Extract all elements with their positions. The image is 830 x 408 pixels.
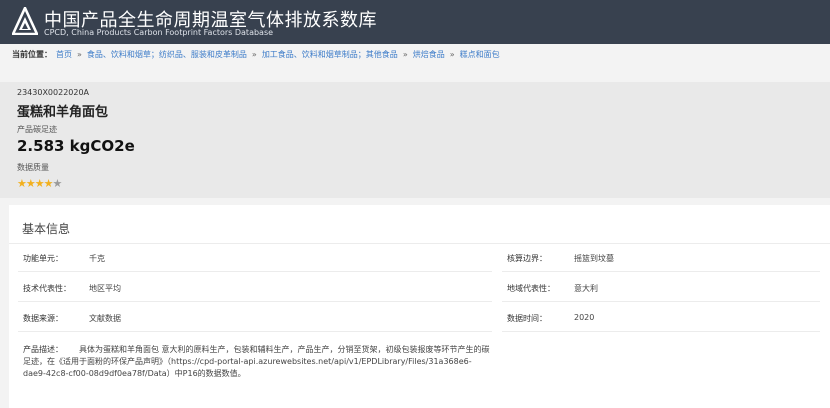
functional-unit-value: 千克 xyxy=(89,254,105,263)
data-quality-label: 数据质量 xyxy=(17,163,49,172)
product-description-text: 具体为蛋糕和羊角面包 意大利的原料生产，包装和辅料生产，产品生产，分销至货架，初… xyxy=(23,345,490,378)
breadcrumb-pastry-bread-link[interactable]: 糕点和面包 xyxy=(460,49,500,60)
breadcrumb-separator: » xyxy=(449,50,455,59)
star-icon: ★ xyxy=(17,177,27,190)
row-divider xyxy=(18,331,492,332)
row-divider xyxy=(502,331,820,332)
panel-divider xyxy=(9,243,830,244)
breadcrumb: 当前位置： 首页 » 食品、饮料和烟草；纺织品、服装和皮革制品 » 加工食品、饮… xyxy=(12,49,500,60)
product-description: 产品描述： 具体为蛋糕和羊角面包 意大利的原料生产，包装和辅料生产，产品生产，分… xyxy=(23,344,493,380)
star-icon: ★ xyxy=(25,177,36,190)
basic-info-panel: 基本信息 功能单元： 千克 核算边界： 摇篮到坟墓 技术代表性： 地区平均 地域… xyxy=(9,205,830,408)
breadcrumb-home-link[interactable]: 首页 xyxy=(56,49,72,60)
data-time-value: 2020 xyxy=(574,313,595,322)
data-quality-rating: ★★★★★ xyxy=(17,177,63,190)
tech-representativeness-label: 技术代表性： xyxy=(23,284,71,293)
row-divider xyxy=(18,271,492,272)
breadcrumb-separator: » xyxy=(402,50,408,59)
product-name: 蛋糕和羊角面包 xyxy=(17,105,109,120)
site-subtitle: CPCD, China Products Carbon Footprint Fa… xyxy=(44,28,274,37)
row-divider xyxy=(502,271,820,272)
star-icon: ★ xyxy=(43,177,54,190)
carbon-footprint-label: 产品碳足迹 xyxy=(17,125,57,134)
logo-icon[interactable] xyxy=(12,7,38,35)
product-summary-card: 23430X0022020A 蛋糕和羊角面包 产品碳足迹 2.583 kgCO2… xyxy=(0,82,830,198)
top-header: 中国产品全生命周期温室气体排放系数库 CPCD, China Products … xyxy=(0,0,830,44)
breadcrumb-food-textile-link[interactable]: 食品、饮料和烟草；纺织品、服装和皮革制品 xyxy=(87,49,247,60)
carbon-footprint-value: 2.583 kgCO2e xyxy=(17,137,135,155)
data-source-value: 文献数据 xyxy=(89,314,121,323)
data-time-label: 数据时间： xyxy=(507,314,547,323)
geo-representativeness-value: 意大利 xyxy=(574,284,598,293)
row-divider xyxy=(502,301,820,302)
breadcrumb-label: 当前位置： xyxy=(12,50,52,59)
product-code: 23430X0022020A xyxy=(17,88,90,97)
star-icon: ★ xyxy=(34,177,45,190)
data-source-label: 数据来源： xyxy=(23,314,63,323)
geo-representativeness-label: 地域代表性： xyxy=(507,284,555,293)
breadcrumb-separator: » xyxy=(77,50,82,59)
breadcrumb-separator: » xyxy=(251,50,257,59)
star-icon: ★ xyxy=(52,177,63,190)
tech-representativeness-value: 地区平均 xyxy=(89,284,121,293)
breadcrumb-baked-food-link[interactable]: 烘焙食品 xyxy=(413,49,445,60)
accounting-boundary-label: 核算边界： xyxy=(507,254,547,263)
accounting-boundary-value: 摇篮到坟墓 xyxy=(574,254,614,263)
basic-info-title: 基本信息 xyxy=(22,222,71,236)
row-divider xyxy=(18,301,492,302)
breadcrumb-processed-food-link[interactable]: 加工食品、饮料和烟草制品；其他食品 xyxy=(262,49,398,60)
functional-unit-label: 功能单元： xyxy=(23,254,63,263)
product-description-label: 产品描述： xyxy=(23,345,63,354)
